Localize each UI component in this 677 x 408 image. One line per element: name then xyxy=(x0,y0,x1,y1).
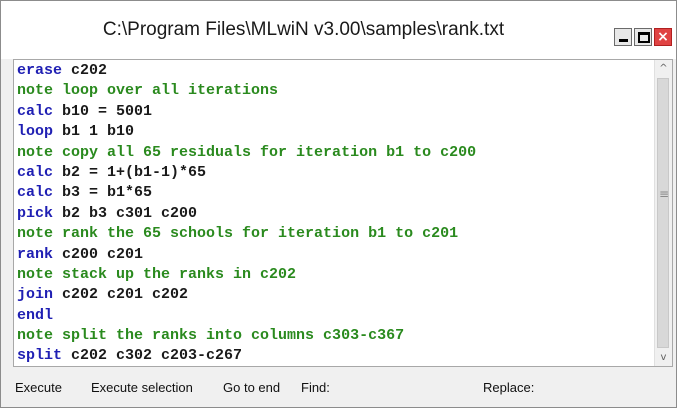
command-keyword: endl xyxy=(17,306,54,324)
command-keyword: calc xyxy=(17,163,54,181)
command-arguments: c202 c201 c202 xyxy=(53,286,189,304)
command-keyword: loop xyxy=(17,123,54,141)
command-keyword: calc xyxy=(17,184,54,202)
command-keyword: note xyxy=(17,225,54,243)
command-keyword: note xyxy=(17,265,54,283)
code-line[interactable]: calc b2 = 1+(b1-1)*65 xyxy=(17,163,653,183)
window-title: C:\Program Files\MLwiN v3.00\samples\ran… xyxy=(102,19,505,40)
code-line[interactable]: pick b2 b3 c301 c200 xyxy=(17,204,653,224)
command-arguments: b2 = 1+(b1-1)*65 xyxy=(53,163,207,181)
find-label: Find: xyxy=(301,380,330,395)
find-input[interactable] xyxy=(347,377,477,399)
code-area[interactable]: erase c202 note loop over all iterations c… xyxy=(17,61,653,365)
command-arguments: c200 c201 xyxy=(53,245,144,263)
scrollbar-thumb[interactable]: ≡ xyxy=(657,78,669,348)
execute-button[interactable]: Execute xyxy=(15,373,62,403)
code-line[interactable]: note copy all 65 residuals for iteration… xyxy=(17,143,653,163)
command-keyword: join xyxy=(17,286,54,304)
grip-icon: ≡ xyxy=(659,187,670,201)
code-line[interactable]: note stack up the ranks in c202 xyxy=(17,265,653,285)
code-line[interactable]: join c202 c201 c202 xyxy=(17,285,653,305)
command-arguments: b3 = b1*65 xyxy=(53,184,153,202)
scroll-up-icon[interactable]: ^ xyxy=(655,60,672,77)
code-line[interactable]: loop b1 1 b10 xyxy=(17,122,653,142)
close-button[interactable]: × xyxy=(654,28,672,46)
scroll-down-icon[interactable]: v xyxy=(655,349,672,366)
command-keyword: rank xyxy=(17,245,54,263)
comment-text: copy all 65 residuals for iteration b1 t… xyxy=(53,143,477,161)
replace-input[interactable] xyxy=(549,377,669,399)
code-line[interactable]: calc b3 = b1*65 xyxy=(17,183,653,203)
command-arguments: c202 c302 c203-c267 xyxy=(62,347,243,365)
maximize-icon xyxy=(638,32,650,43)
command-keyword: calc xyxy=(17,102,54,120)
command-arguments: b1 1 b10 xyxy=(53,123,135,141)
command-arguments: b2 b3 c301 c200 xyxy=(53,204,198,222)
code-line[interactable]: endl xyxy=(17,306,653,326)
code-line[interactable]: note loop over all iterations xyxy=(17,81,653,101)
command-keyword: pick xyxy=(17,204,54,222)
bottom-toolbar: Execute Execute selection Go to end Find… xyxy=(13,373,673,403)
title-bar[interactable]: C:\Program Files\MLwiN v3.00\samples\ran… xyxy=(1,1,676,59)
code-line[interactable]: rank c200 c201 xyxy=(17,245,653,265)
comment-text: loop over all iterations xyxy=(53,82,279,100)
script-window: C:\Program Files\MLwiN v3.00\samples\ran… xyxy=(0,0,677,408)
minimize-button[interactable] xyxy=(614,28,632,46)
command-keyword: note xyxy=(17,327,54,345)
comment-text: rank the 65 schools for iteration b1 to … xyxy=(53,225,459,243)
command-arguments: c202 xyxy=(62,62,108,79)
maximize-button[interactable] xyxy=(634,28,652,46)
code-line[interactable]: note rank the 65 schools for iteration b… xyxy=(17,224,653,244)
script-editor[interactable]: erase c202 note loop over all iterations c… xyxy=(13,59,673,367)
execute-selection-button[interactable]: Execute selection xyxy=(91,373,193,403)
replace-label: Replace: xyxy=(483,380,535,395)
command-keyword: note xyxy=(17,82,54,100)
close-icon: × xyxy=(657,29,669,45)
vertical-scrollbar[interactable]: ^ ≡ v xyxy=(654,60,672,366)
code-line[interactable]: split c202 c302 c203-c267 xyxy=(17,346,653,365)
command-keyword: split xyxy=(17,347,63,365)
go-to-end-button[interactable]: Go to end xyxy=(223,373,280,403)
command-arguments: b10 = 5001 xyxy=(53,102,153,120)
minimize-icon xyxy=(619,39,628,42)
code-line[interactable]: calc b10 = 5001 xyxy=(17,102,653,122)
code-line[interactable]: note split the ranks into columns c303-c… xyxy=(17,326,653,346)
command-keyword: erase xyxy=(17,62,63,79)
command-keyword: note xyxy=(17,143,54,161)
code-line[interactable]: erase c202 xyxy=(17,61,653,81)
comment-text: stack up the ranks in c202 xyxy=(53,265,297,283)
comment-text: split the ranks into columns c303-c367 xyxy=(53,327,405,345)
